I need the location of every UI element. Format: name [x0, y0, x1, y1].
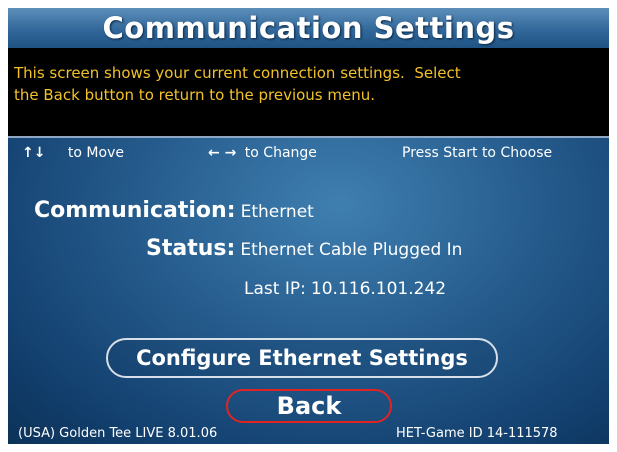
page-title: Communication Settings — [102, 11, 515, 45]
controls-hint-bar: ↑↓ to Move ← → to Change Press Start to … — [8, 142, 609, 164]
game-version: (USA) Golden Tee LIVE 8.01.06 — [18, 426, 218, 441]
info-box: This screen shows your current connectio… — [8, 48, 609, 138]
communication-value: Ethernet — [240, 202, 314, 222]
last-ip-row: Last IP: 10.116.101.242 — [244, 274, 446, 304]
back-button[interactable]: Back — [226, 389, 392, 423]
choose-hint: Press Start to Choose — [402, 145, 553, 161]
change-hint-label: to Change — [244, 145, 317, 161]
status-row: Status: Ethernet Cable Plugged In — [146, 234, 462, 265]
move-hint-label: to Move — [67, 145, 124, 161]
change-hint: ← → to Change — [208, 142, 317, 164]
info-line-1: This screen shows your current connectio… — [14, 64, 461, 82]
last-ip-value: 10.116.101.242 — [310, 279, 447, 299]
left-right-arrows-icon: ← → — [208, 145, 237, 161]
communication-label: Communication: — [34, 198, 236, 223]
status-value: Ethernet Cable Plugged In — [240, 240, 463, 260]
move-hint: ↑↓ to Move — [22, 142, 124, 164]
last-ip-label: Last IP: — [244, 279, 306, 299]
status-label: Status: — [146, 236, 236, 261]
info-line-2: the Back button to return to the previou… — [14, 86, 376, 104]
communication-row: Communication: Ethernet — [34, 196, 314, 227]
info-text: This screen shows your current connectio… — [14, 62, 599, 106]
configure-ethernet-button[interactable]: Configure Ethernet Settings — [106, 338, 498, 378]
up-down-arrows-icon: ↑↓ — [22, 145, 46, 161]
game-id: HET-Game ID 14-111578 — [396, 426, 558, 441]
game-screen: Communication Settings This screen shows… — [8, 8, 609, 444]
footer: (USA) Golden Tee LIVE 8.01.06 HET-Game I… — [8, 424, 609, 444]
title-bar: Communication Settings — [8, 8, 609, 48]
